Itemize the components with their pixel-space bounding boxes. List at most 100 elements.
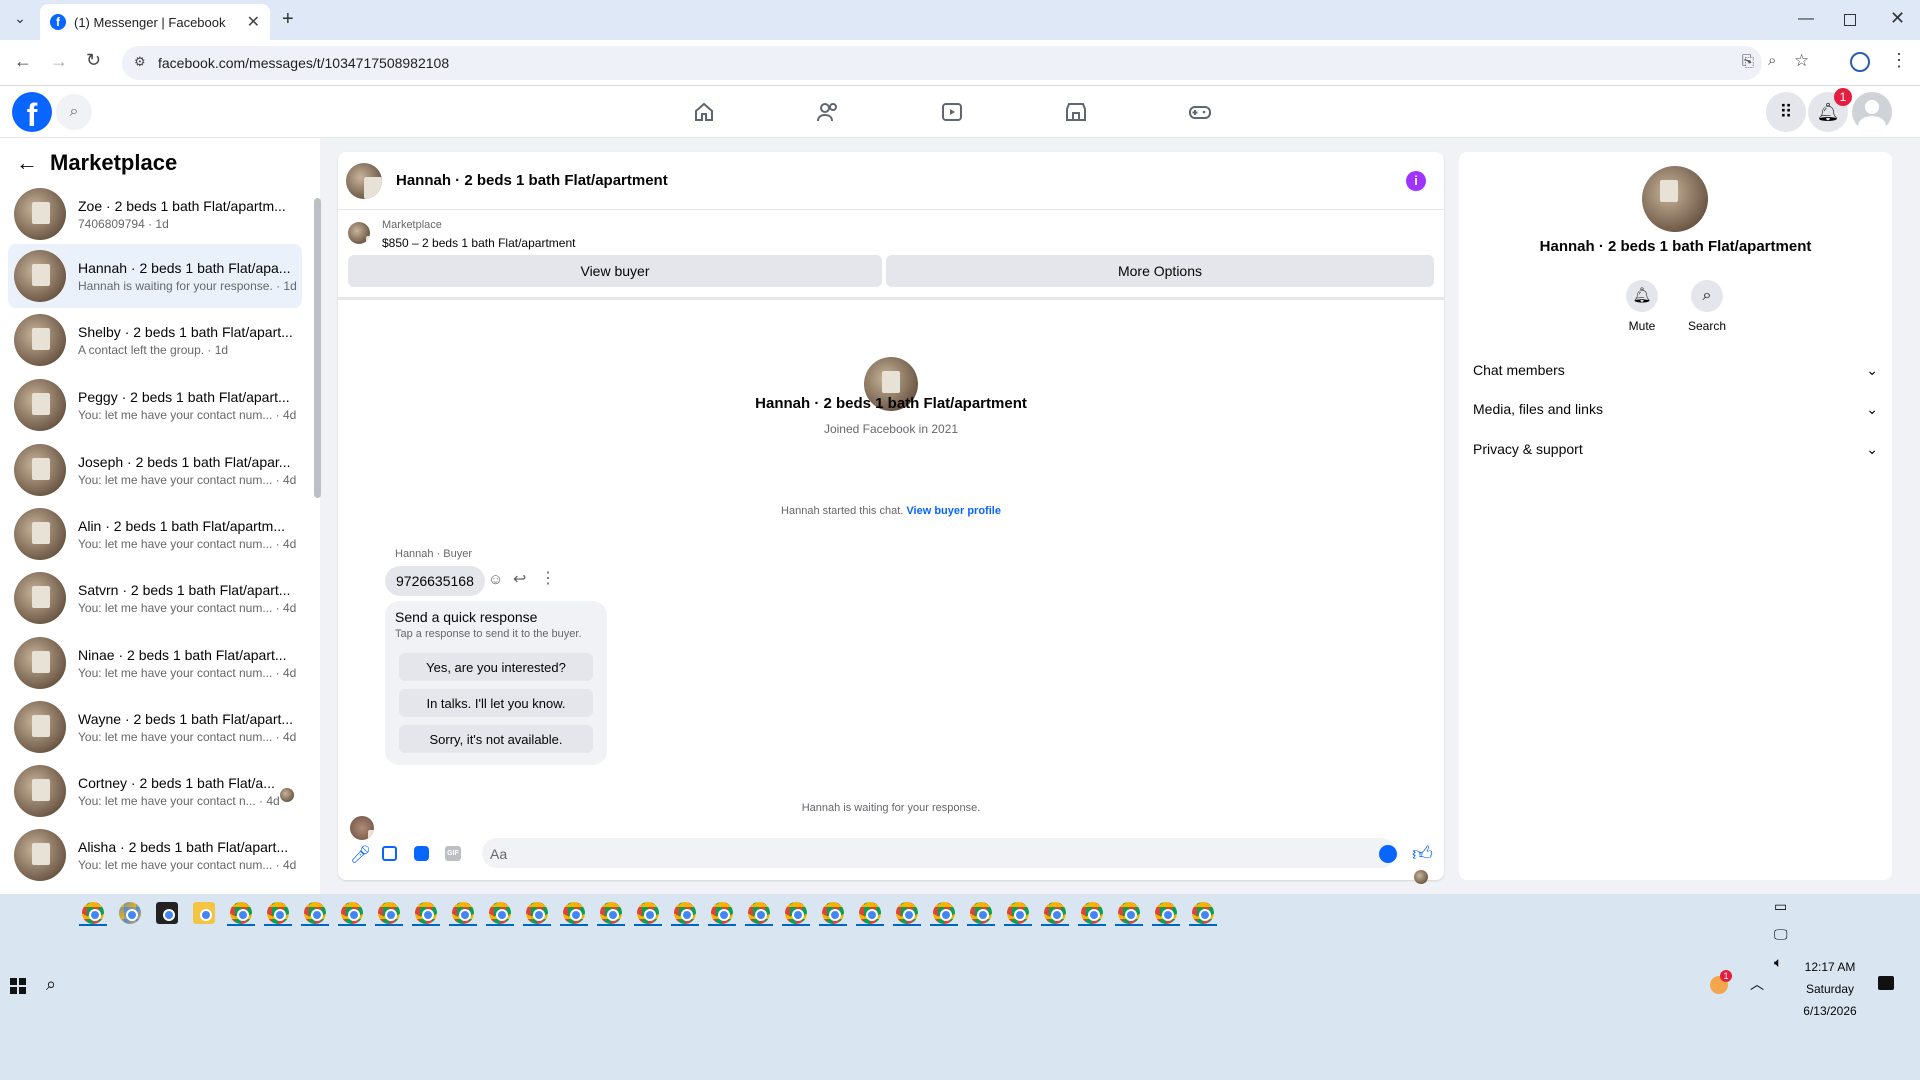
taskbar-chrome-icon[interactable] bbox=[1007, 902, 1029, 924]
chat-header-avatar[interactable] bbox=[346, 163, 382, 199]
thread-item[interactable]: Ninae · 2 beds 1 bath Flat/apart... You: … bbox=[8, 631, 302, 695]
restore-icon[interactable] bbox=[1844, 14, 1856, 26]
view-buyer-button[interactable]: View buyer bbox=[348, 255, 882, 287]
taskbar-chrome-icon[interactable] bbox=[933, 902, 955, 924]
react-emoji-icon[interactable]: ☺ bbox=[488, 571, 503, 588]
thread-item[interactable]: Alin · 2 beds 1 bath Flat/apartm... You: … bbox=[8, 502, 302, 566]
close-tab-icon[interactable]: ✕ bbox=[247, 12, 260, 32]
taskbar-chrome-icon[interactable] bbox=[267, 902, 289, 924]
menu-grid-icon[interactable]: ⠿ bbox=[1766, 92, 1806, 132]
back-arrow-icon[interactable]: ← bbox=[16, 150, 38, 176]
forward-icon[interactable]: → bbox=[50, 51, 68, 72]
gif-icon[interactable]: GIF bbox=[445, 846, 461, 861]
browser-menu-icon[interactable]: ⋮ bbox=[1890, 50, 1908, 71]
volume-icon[interactable]: 🔈︎ bbox=[1774, 954, 1782, 971]
search-conversation-button[interactable]: ⌕ bbox=[1691, 280, 1723, 312]
thread-item[interactable]: Hannah · 2 beds 1 bath Flat/apa... Hannah… bbox=[8, 244, 302, 308]
taskbar-chrome-icon[interactable] bbox=[1081, 902, 1103, 924]
microphone-icon[interactable]: 🎤︎ bbox=[350, 845, 372, 865]
taskbar-chrome-icon[interactable] bbox=[896, 902, 918, 924]
taskbar-chrome-icon[interactable] bbox=[1044, 902, 1066, 924]
taskbar-chrome-icon[interactable] bbox=[822, 902, 844, 924]
message-bubble[interactable]: 9726635168 bbox=[385, 566, 485, 596]
taskbar-chrome-icon[interactable] bbox=[1118, 902, 1140, 924]
section-chat-members[interactable]: Chat members ⌄ bbox=[1473, 362, 1878, 379]
marketplace-icon[interactable] bbox=[1064, 100, 1088, 124]
thread-item[interactable]: Satvrn · 2 beds 1 bath Flat/apart... You:… bbox=[8, 566, 302, 630]
friends-icon[interactable] bbox=[816, 100, 840, 124]
reply-icon[interactable]: ↩ bbox=[513, 569, 526, 589]
reload-icon[interactable]: ↻ bbox=[86, 50, 101, 71]
taskbar-chrome-icon[interactable] bbox=[970, 902, 992, 924]
taskbar-chrome-icon[interactable] bbox=[156, 902, 178, 924]
info-icon[interactable]: i bbox=[1406, 171, 1426, 191]
taskbar-chrome-icon[interactable] bbox=[230, 902, 252, 924]
thread-item[interactable]: Peggy · 2 beds 1 bath Flat/apart... You: … bbox=[8, 373, 302, 437]
bookmark-star-icon[interactable]: ☆ bbox=[1794, 51, 1809, 71]
taskbar-chrome-icon[interactable] bbox=[637, 902, 659, 924]
taskbar-display-icon[interactable]: 🖵︎ bbox=[1774, 926, 1788, 943]
sticker-icon[interactable] bbox=[414, 846, 429, 861]
install-icon[interactable]: ⎘ bbox=[1742, 53, 1754, 70]
clock-day[interactable]: Saturday bbox=[1800, 982, 1860, 996]
taskbar-chrome-icon[interactable] bbox=[489, 902, 511, 924]
taskbar-chrome-icon[interactable] bbox=[1155, 902, 1177, 924]
section-privacy-support[interactable]: Privacy & support ⌄ bbox=[1473, 441, 1878, 458]
listing-thumbnail[interactable] bbox=[348, 222, 370, 244]
taskbar-chrome-icon[interactable] bbox=[415, 902, 437, 924]
taskbar-device-icon[interactable]: ▭ bbox=[1774, 898, 1787, 915]
page-scrollbar[interactable] bbox=[1908, 138, 1920, 894]
gaming-icon[interactable] bbox=[1188, 100, 1212, 124]
taskbar-chrome-icon[interactable] bbox=[452, 902, 474, 924]
notification-center-icon[interactable] bbox=[1878, 976, 1894, 990]
taskbar-chrome-icon[interactable] bbox=[674, 902, 696, 924]
taskbar-chrome-icon[interactable] bbox=[1192, 902, 1214, 924]
new-tab-icon[interactable]: + bbox=[282, 8, 294, 31]
taskbar-chrome-icon[interactable] bbox=[526, 902, 548, 924]
taskbar-chrome-icon[interactable] bbox=[748, 902, 770, 924]
taskbar-chrome-icon[interactable] bbox=[711, 902, 733, 924]
thread-item[interactable]: Alisha · 2 beds 1 bath Flat/apart... You:… bbox=[8, 823, 302, 887]
taskbar-chrome-icon[interactable] bbox=[341, 902, 363, 924]
taskbar-chrome-icon[interactable] bbox=[563, 902, 585, 924]
tray-chevron-icon[interactable]: ︿ bbox=[1750, 974, 1764, 994]
taskbar-chrome-icon[interactable] bbox=[600, 902, 622, 924]
like-thumb-icon[interactable]: 👍︎ bbox=[1412, 842, 1433, 866]
site-info-icon[interactable]: ⚙ bbox=[134, 54, 146, 70]
taskbar-chrome-icon[interactable] bbox=[193, 902, 215, 924]
photo-icon[interactable] bbox=[382, 846, 397, 861]
view-buyer-profile-link[interactable]: View buyer profile bbox=[906, 505, 1001, 517]
facebook-logo[interactable]: f bbox=[12, 92, 52, 133]
profile-icon[interactable] bbox=[1850, 52, 1870, 72]
url-field[interactable]: ⚙ facebook.com/messages/t/10347175089821… bbox=[122, 46, 1809, 80]
thread-item[interactable]: Shelby · 2 beds 1 bath Flat/apart... A co… bbox=[8, 308, 302, 372]
more-actions-icon[interactable]: ⋮ bbox=[540, 568, 556, 588]
message-input[interactable]: Aa bbox=[482, 838, 1396, 868]
taskbar-chrome-icon[interactable] bbox=[119, 902, 141, 924]
thread-item[interactable]: Wayne · 2 beds 1 bath Flat/apart... You: … bbox=[8, 695, 302, 759]
more-options-button[interactable]: More Options bbox=[886, 255, 1434, 287]
home-icon[interactable] bbox=[692, 100, 716, 124]
emoji-icon[interactable] bbox=[1379, 845, 1397, 863]
quick-response-option[interactable]: Yes, are you interested? bbox=[399, 653, 593, 681]
thread-item[interactable]: Zoe · 2 beds 1 bath Flat/apartm... 740680… bbox=[8, 182, 302, 246]
taskbar-search-icon[interactable]: ⌕ bbox=[46, 974, 56, 995]
chat-header-title[interactable]: Hannah · 2 beds 1 bath Flat/apartment bbox=[396, 172, 668, 189]
sidebar-scrollbar[interactable] bbox=[314, 198, 321, 498]
section-media-files[interactable]: Media, files and links ⌄ bbox=[1473, 401, 1878, 418]
taskbar-chrome-icon[interactable] bbox=[82, 902, 104, 924]
clock-date[interactable]: 6/13/2026 bbox=[1800, 1004, 1860, 1018]
back-icon[interactable]: ← bbox=[14, 51, 32, 72]
zoom-icon[interactable]: ⌕ bbox=[1768, 52, 1776, 69]
thread-item[interactable]: Joseph · 2 beds 1 bath Flat/apar... You: … bbox=[8, 438, 302, 502]
sender-avatar[interactable] bbox=[350, 816, 374, 840]
minimize-icon[interactable]: — bbox=[1798, 10, 1814, 28]
account-avatar[interactable] bbox=[1852, 92, 1892, 132]
start-windows-icon[interactable] bbox=[10, 978, 26, 994]
taskbar-chrome-icon[interactable] bbox=[859, 902, 881, 924]
tab-messenger[interactable]: f (1) Messenger | Facebook ✕ bbox=[40, 4, 270, 40]
thread-item[interactable]: Cortney · 2 beds 1 bath Flat/a... You: le… bbox=[8, 759, 302, 823]
listing-title[interactable]: $850 – 2 beds 1 bath Flat/apartment bbox=[382, 236, 575, 250]
quick-response-option[interactable]: Sorry, it's not available. bbox=[399, 725, 593, 753]
tab-list-chevron-icon[interactable]: ⌄ bbox=[10, 10, 30, 30]
